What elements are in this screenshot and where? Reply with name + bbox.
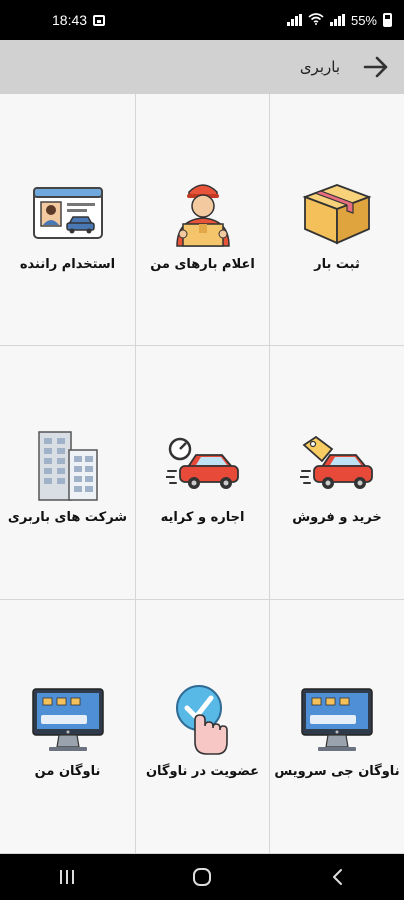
back-nav-button[interactable] xyxy=(317,862,357,892)
back-icon xyxy=(332,869,342,885)
wifi-icon xyxy=(308,12,324,28)
recents-button[interactable] xyxy=(47,862,87,892)
page-title: باربری xyxy=(299,58,340,76)
menu-grid: استخدام راننده اعلام بارهای من ثبت بار ش… xyxy=(0,94,404,854)
arrow-right-icon xyxy=(363,56,388,78)
menu-item-buy-sell[interactable]: خرید و فروش xyxy=(270,346,404,600)
car-rental-icon xyxy=(164,430,242,502)
touch-check-icon xyxy=(164,684,242,756)
menu-item-label: ثبت بار xyxy=(314,257,360,272)
menu-item-label: اجاره و کرایه xyxy=(160,510,245,525)
gallery-icon xyxy=(93,14,106,26)
menu-item-register-load[interactable]: ثبت بار xyxy=(270,94,404,346)
menu-item-my-loads[interactable]: اعلام بارهای من xyxy=(136,94,270,346)
home-icon xyxy=(192,868,211,886)
menu-item-join-fleet[interactable]: عضویت در ناوگان xyxy=(136,600,270,854)
menu-item-freight-companies[interactable]: شرکت های باربری xyxy=(0,346,136,600)
status-right: 55% xyxy=(286,12,392,28)
menu-item-label: استخدام راننده xyxy=(19,257,116,272)
driver-license-icon xyxy=(29,177,107,249)
menu-item-hire-driver[interactable]: استخدام راننده xyxy=(0,94,136,346)
status-time: 18:43 xyxy=(52,12,88,28)
status-left: 18:43 xyxy=(52,12,106,28)
app-bar: باربری xyxy=(0,40,404,94)
monitor-fleet-icon xyxy=(29,684,107,756)
courier-icon xyxy=(164,177,242,249)
building-icon xyxy=(29,430,107,502)
signal-icon-2 xyxy=(329,14,345,26)
battery-icon xyxy=(383,13,392,27)
signal-icon xyxy=(286,14,302,26)
menu-item-label: شرکت های باربری xyxy=(7,510,128,525)
battery-percent: 55% xyxy=(350,12,377,28)
recents-icon xyxy=(60,870,75,884)
menu-item-label: خرید و فروش xyxy=(292,510,382,525)
system-nav-bar xyxy=(0,854,404,900)
package-box-icon xyxy=(298,177,376,249)
menu-item-label: ناوگان من xyxy=(34,764,101,779)
car-sale-icon xyxy=(298,430,376,502)
status-bar: 18:43 55% xyxy=(0,0,404,40)
menu-item-label: ناوگان جی سرویس xyxy=(274,764,400,779)
menu-item-gservice-fleet[interactable]: ناوگان جی سرویس xyxy=(270,600,404,854)
menu-item-my-fleet[interactable]: ناوگان من xyxy=(0,600,136,854)
monitor-fleet-icon xyxy=(298,684,376,756)
home-button[interactable] xyxy=(182,862,222,892)
menu-item-rent-lease[interactable]: اجاره و کرایه xyxy=(136,346,270,600)
menu-item-label: عضویت در ناوگان xyxy=(145,764,260,779)
menu-item-label: اعلام بارهای من xyxy=(150,257,255,272)
back-button[interactable] xyxy=(362,53,390,81)
